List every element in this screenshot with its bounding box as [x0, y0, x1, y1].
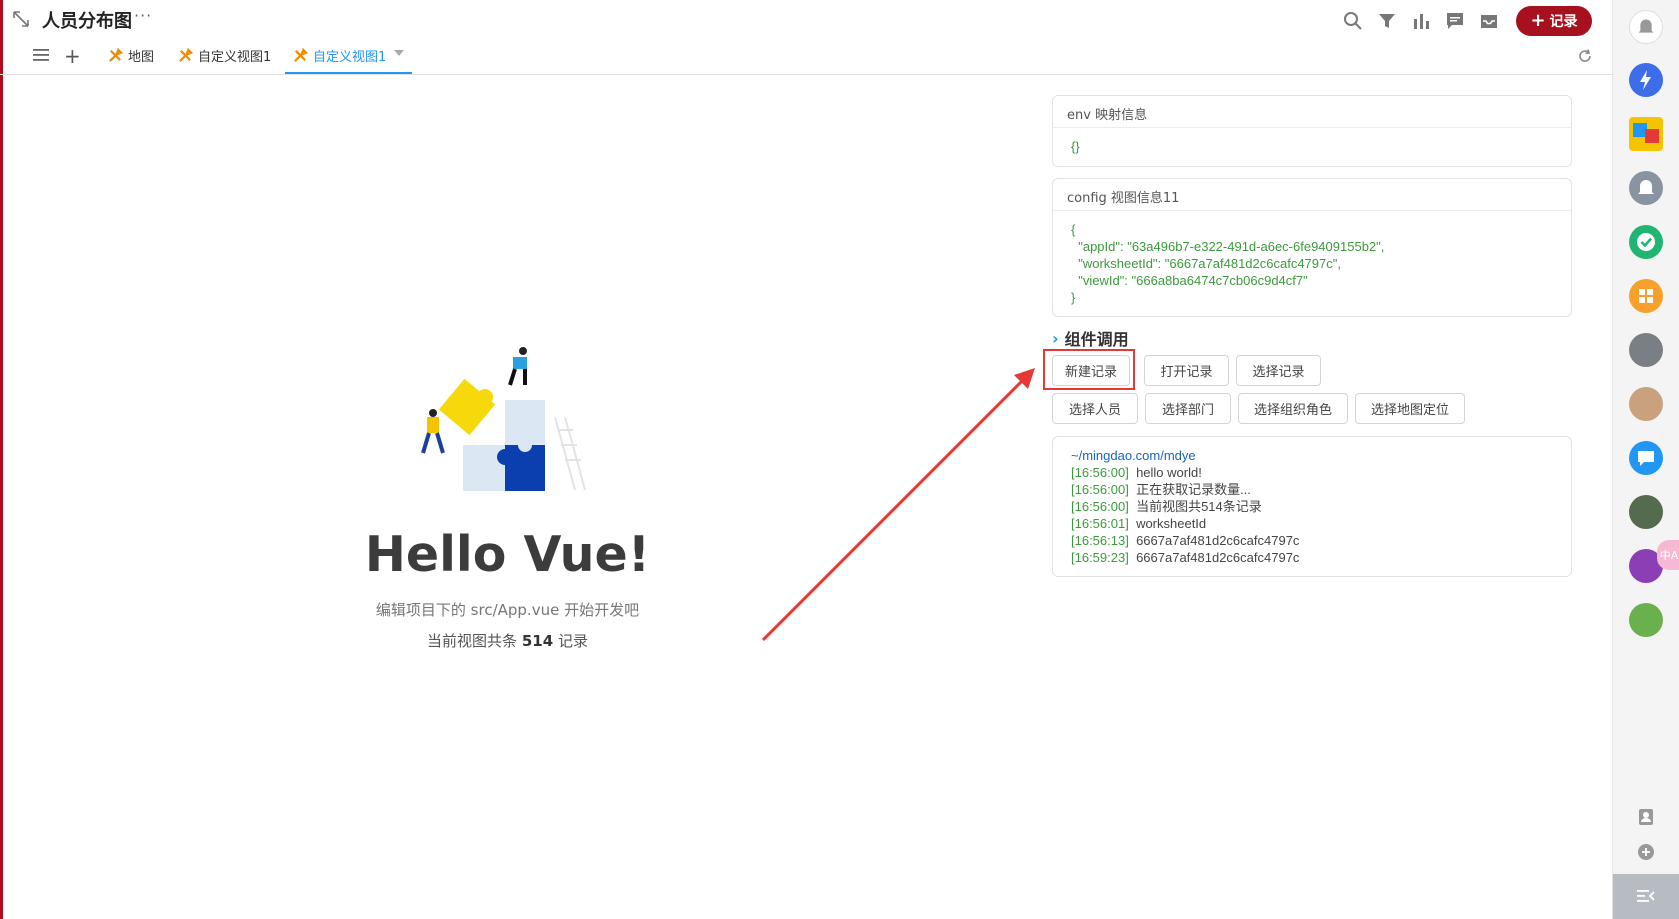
count-suffix: 记录: [557, 632, 588, 650]
sidebar-collapse-button[interactable]: [1613, 874, 1679, 919]
count-prefix: 当前视图共条: [427, 632, 518, 650]
log-line: [16:59:23] 6667a7af481d2c6cafc4797c: [1071, 550, 1300, 565]
select-map-location-button[interactable]: 选择地图定位: [1355, 393, 1465, 424]
hello-heading: Hello Vue!: [364, 526, 651, 583]
contacts-icon[interactable]: [1637, 808, 1655, 826]
select-record-button[interactable]: 选择记录: [1236, 355, 1321, 386]
dev-hint-text: 编辑项目下的 src/App.vue 开始开发吧: [375, 601, 640, 619]
avatar[interactable]: [1629, 387, 1663, 421]
tools-icon: [294, 48, 308, 62]
more-options-icon[interactable]: ···: [134, 6, 152, 25]
notification-bell-icon[interactable]: [1629, 10, 1663, 44]
plus-icon: +: [1530, 10, 1546, 31]
tab-label: 自定义视图1: [198, 50, 272, 65]
count-value: 514: [521, 632, 554, 650]
record-count-text: 当前视图共条 514 记录: [0, 630, 1015, 651]
right-sidebar: 中A: [1612, 0, 1679, 919]
annotation-highlight-box: [1043, 349, 1135, 390]
search-icon[interactable]: [1342, 10, 1364, 32]
log-line: [16:56:01] worksheetId: [1071, 516, 1207, 531]
config-panel-body: { "appId": "63a496b7-e322-491d-a6ec-6fe9…: [1071, 222, 1385, 305]
select-user-button[interactable]: 选择人员: [1052, 393, 1138, 424]
add-chat-icon[interactable]: [1637, 843, 1655, 861]
header: 人员分布图 ··· + 记录 + 地图 自定义视图1 自定义视图1: [0, 0, 1612, 75]
collapse-sidebar-icon: [1637, 890, 1655, 902]
apps-grid-icon[interactable]: [1629, 279, 1663, 313]
config-panel: config 视图信息11 { "appId": "63a496b7-e322-…: [1052, 178, 1572, 317]
tools-icon: [109, 48, 123, 62]
check-task-icon[interactable]: [1629, 225, 1663, 259]
tab-label: 自定义视图1: [313, 50, 387, 65]
select-department-button[interactable]: 选择部门: [1145, 393, 1231, 424]
translate-badge[interactable]: 中A: [1657, 540, 1679, 570]
app-root: 人员分布图 ··· + 记录 + 地图 自定义视图1 自定义视图1 Hello …: [0, 0, 1679, 919]
discussion-icon[interactable]: [1444, 10, 1466, 32]
config-panel-title: config 视图信息11: [1053, 179, 1571, 211]
menu-icon[interactable]: [33, 48, 49, 62]
open-record-button[interactable]: 打开记录: [1144, 355, 1229, 386]
refresh-icon[interactable]: [1577, 48, 1593, 64]
log-line: [16:56:00] 正在获取记录数量...: [1071, 482, 1251, 497]
ai-assistant-icon[interactable]: [1629, 63, 1663, 97]
tab-custom-view-1-active[interactable]: 自定义视图1: [285, 46, 413, 74]
tools-icon: [179, 48, 193, 62]
puzzle-illustration: [421, 347, 586, 491]
add-view-button[interactable]: +: [64, 44, 81, 68]
log-line: [16:56:00] hello world!: [1071, 465, 1202, 480]
avatar[interactable]: [1629, 333, 1663, 367]
chevron-right-icon: ›: [1052, 328, 1059, 348]
collapse-icon[interactable]: [12, 10, 30, 28]
statistics-icon[interactable]: [1410, 10, 1432, 32]
components-section-title: › 组件调用: [1052, 326, 1129, 350]
log-line: [16:56:00] 当前视图共514条记录: [1071, 499, 1262, 514]
add-record-label: 记录: [1549, 14, 1578, 30]
chat-icon[interactable]: [1629, 441, 1663, 475]
notification-icon[interactable]: [1629, 171, 1663, 205]
tab-map[interactable]: 地图: [108, 46, 154, 74]
caret-down-icon[interactable]: [394, 50, 405, 56]
log-line: [16:56:13] 6667a7af481d2c6cafc4797c: [1071, 533, 1300, 548]
inbox-icon[interactable]: [1478, 10, 1500, 32]
tab-label: 地图: [128, 50, 155, 65]
log-url: ~/mingdao.com/mdye: [1071, 448, 1196, 463]
left-accent-strip: [0, 0, 3, 919]
add-record-button[interactable]: + 记录: [1516, 6, 1592, 36]
env-panel: env 映射信息 {}: [1052, 95, 1572, 167]
app-cube-icon[interactable]: [1629, 117, 1663, 151]
group-avatar[interactable]: [1629, 603, 1663, 637]
select-org-role-button[interactable]: 选择组织角色: [1238, 393, 1348, 424]
env-panel-body: {}: [1071, 139, 1080, 154]
tab-custom-view-1[interactable]: 自定义视图1: [178, 46, 271, 74]
avatar[interactable]: [1629, 495, 1663, 529]
env-panel-title: env 映射信息: [1053, 96, 1571, 128]
filter-icon[interactable]: [1376, 10, 1398, 32]
page-title: 人员分布图: [42, 11, 132, 32]
log-panel: ~/mingdao.com/mdye [16:56:00] hello worl…: [1052, 436, 1572, 577]
section-title-label: 组件调用: [1064, 330, 1129, 349]
